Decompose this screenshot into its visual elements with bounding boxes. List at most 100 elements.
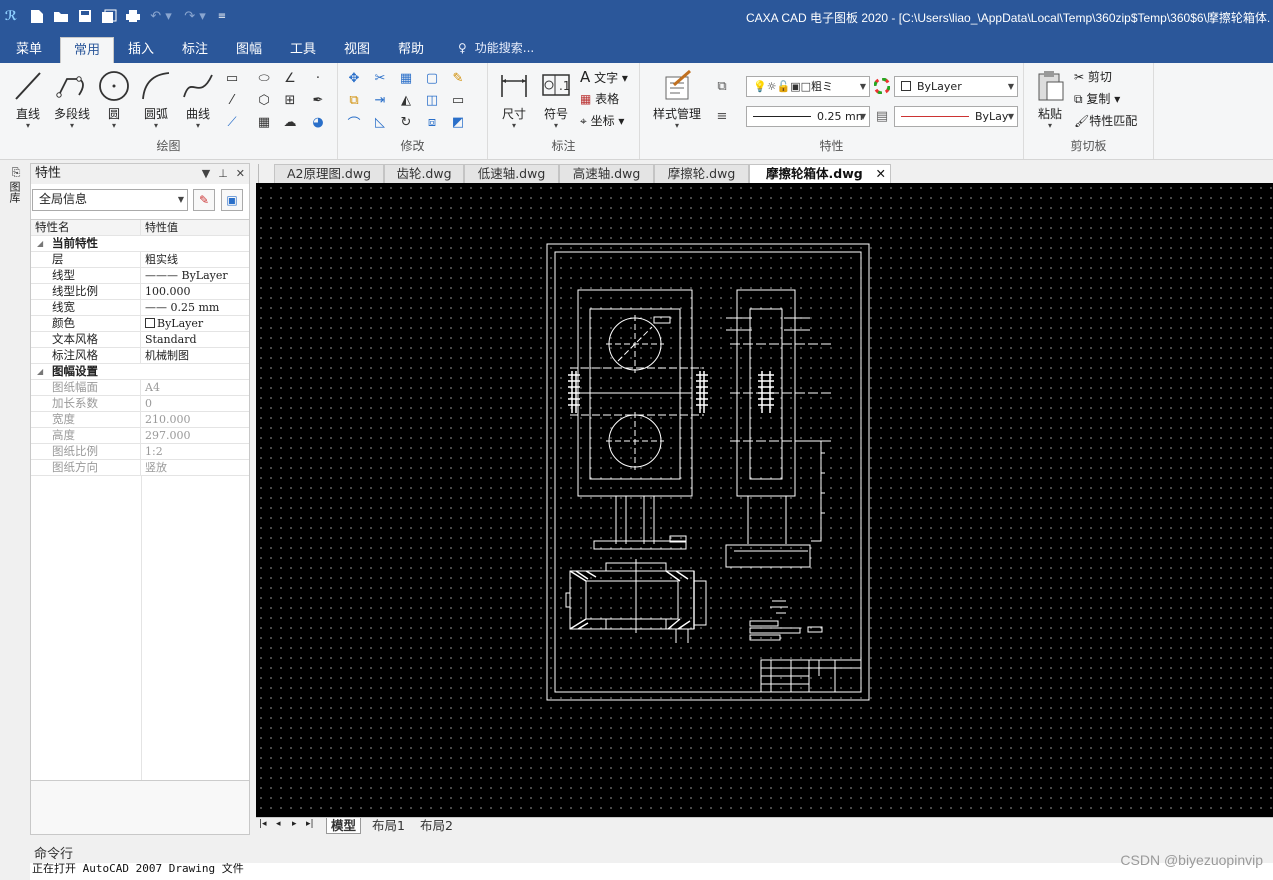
doc-tab[interactable]: 低速轴.dwg bbox=[464, 164, 559, 183]
doc-tab[interactable]: 高速轴.dwg bbox=[559, 164, 654, 183]
arc-button[interactable]: 圆弧 ▾ bbox=[136, 69, 176, 133]
hatch-icon[interactable]: ▦ bbox=[254, 113, 274, 131]
explode-icon[interactable]: ◩ bbox=[448, 113, 468, 131]
tab-menu[interactable]: 菜单 bbox=[6, 37, 52, 63]
mirror-icon[interactable]: ◭ bbox=[396, 91, 416, 109]
scale-icon[interactable]: ▢ bbox=[422, 69, 442, 87]
point-icon[interactable]: · bbox=[308, 69, 328, 87]
drawing-canvas[interactable] bbox=[256, 183, 1273, 817]
property-row[interactable]: 线型 ——— ByLayer bbox=[31, 268, 249, 284]
copy-button[interactable]: ⧉ 复制 ▾ bbox=[1074, 89, 1120, 109]
property-row[interactable]: 颜色 ByLayer bbox=[31, 316, 249, 332]
pin-icon[interactable]: ⊥ bbox=[218, 164, 228, 184]
style-manager-button[interactable]: 样式管理 ▾ bbox=[648, 69, 706, 133]
tab-tools[interactable]: 工具 bbox=[280, 37, 326, 63]
eraser-icon[interactable]: ✎ bbox=[448, 69, 468, 87]
library-tab[interactable]: ⎘ 图库 bbox=[8, 167, 24, 204]
doc-tab[interactable]: 齿轮.dwg bbox=[384, 164, 464, 183]
redo-icon[interactable]: ↷ ▾ bbox=[182, 6, 208, 26]
angle-line-icon[interactable]: ∠ bbox=[280, 69, 300, 87]
panel-dropdown-icon[interactable]: ▼ bbox=[202, 164, 210, 184]
layout-nav-next-icon[interactable]: ▸ bbox=[292, 819, 297, 829]
fill-icon[interactable]: ◕ bbox=[308, 113, 328, 131]
open-file-icon[interactable] bbox=[52, 6, 70, 26]
layout-tab-model[interactable]: 模型 bbox=[326, 818, 362, 834]
save-icon[interactable] bbox=[76, 6, 94, 26]
doc-tab[interactable]: A2原理图.dwg bbox=[274, 164, 384, 183]
property-value[interactable]: ByLayer bbox=[142, 316, 249, 332]
linetype-combo[interactable]: ByLay ▼ bbox=[894, 106, 1018, 127]
quick-select-button[interactable]: ✎ bbox=[193, 189, 215, 211]
fillet-icon[interactable]: ⌒ bbox=[344, 113, 364, 132]
layer-combo[interactable]: 💡☼🔓▣□粗ミ ▼ bbox=[746, 76, 870, 97]
command-output[interactable]: 正在打开 AutoCAD 2007 Drawing 文件 bbox=[30, 863, 1273, 880]
tab-help[interactable]: 帮助 bbox=[388, 37, 434, 63]
property-row[interactable]: 高度 297.000 bbox=[31, 428, 249, 444]
app-logo-icon[interactable]: ℛ bbox=[2, 6, 20, 26]
new-file-icon[interactable] bbox=[28, 6, 46, 26]
property-category[interactable]: ◢ 图幅设置 bbox=[31, 364, 249, 380]
construction-line-icon[interactable]: ⟋ bbox=[222, 113, 242, 131]
doc-tab[interactable]: 摩擦轮.dwg bbox=[654, 164, 749, 183]
property-row[interactable]: 图纸幅面 A4 bbox=[31, 380, 249, 396]
centerline-icon[interactable]: ⊞ bbox=[280, 91, 300, 109]
property-value[interactable]: 机械制图 bbox=[142, 348, 249, 364]
dimension-button[interactable]: 尺寸 ▾ bbox=[494, 69, 534, 133]
layout-nav-first-icon[interactable]: |◂ bbox=[259, 819, 267, 829]
ellipse-icon[interactable]: ⬭ bbox=[254, 69, 274, 87]
circle-button[interactable]: 圆 ▾ bbox=[94, 69, 134, 133]
match-properties-button[interactable]: 🖌特性匹配 bbox=[1074, 111, 1137, 131]
property-value[interactable]: 100.000 bbox=[142, 284, 249, 300]
line-button[interactable]: 直线 ▾ bbox=[8, 69, 48, 133]
trim-icon[interactable]: ✂ bbox=[370, 69, 390, 87]
offset-icon[interactable]: ⧈ bbox=[422, 113, 442, 131]
doc-tab-active[interactable]: 摩擦轮箱体.dwg ✕ bbox=[749, 164, 891, 183]
tab-view[interactable]: 视图 bbox=[334, 37, 380, 63]
cloud-icon[interactable]: ☁ bbox=[280, 113, 300, 131]
chamfer-icon[interactable]: ◺ bbox=[370, 113, 390, 131]
coordinate-button[interactable]: ⌖ 坐标 ▾ bbox=[580, 111, 624, 131]
table-button[interactable]: ▦ 表格 bbox=[580, 89, 619, 109]
tab-annotate[interactable]: 标注 bbox=[172, 37, 218, 63]
property-value[interactable]: 粗实线 bbox=[142, 252, 249, 268]
color-combo[interactable]: ByLayer ▼ bbox=[894, 76, 1018, 97]
tab-common[interactable]: 常用 bbox=[60, 37, 114, 63]
layout-nav-last-icon[interactable]: ▸| bbox=[306, 819, 314, 829]
property-row[interactable]: 线型比例 100.000 bbox=[31, 284, 249, 300]
parallel-line-icon[interactable]: ⁄ bbox=[222, 91, 242, 109]
property-row[interactable]: 图纸比例 1:2 bbox=[31, 444, 249, 460]
property-row[interactable]: 文本风格 Standard bbox=[31, 332, 249, 348]
layer-manager-icon[interactable]: ⧉ bbox=[712, 77, 732, 95]
lineweight-combo[interactable]: 0.25 mn ▼ bbox=[746, 106, 870, 127]
rotate-icon[interactable]: ↻ bbox=[396, 113, 416, 131]
object-selector[interactable]: 全局信息 ▼ bbox=[32, 189, 188, 211]
feature-search[interactable]: ♀ 功能搜索... bbox=[458, 37, 534, 59]
layout-nav-prev-icon[interactable]: ◂ bbox=[276, 819, 281, 829]
property-value[interactable]: —— 0.25 mm bbox=[142, 300, 249, 316]
break-icon[interactable]: ▭ bbox=[448, 91, 468, 109]
curve-button[interactable]: 曲线 ▾ bbox=[178, 69, 218, 133]
move-icon[interactable]: ✥ bbox=[344, 69, 364, 87]
rectangle-icon[interactable]: ▭ bbox=[222, 69, 242, 87]
paste-button[interactable]: 粘贴 ▾ bbox=[1030, 69, 1070, 133]
text-button[interactable]: A 文字 ▾ bbox=[580, 67, 628, 87]
select-objects-button[interactable]: ▣ bbox=[221, 189, 243, 211]
extend-icon[interactable]: ⇥ bbox=[370, 91, 390, 109]
property-row[interactable]: 标注风格 机械制图 bbox=[31, 348, 249, 364]
tab-scroll-left[interactable] bbox=[258, 164, 266, 183]
save-all-icon[interactable] bbox=[100, 6, 118, 26]
linetype-icon[interactable]: ≡ bbox=[712, 107, 732, 125]
property-category[interactable]: ◢ 当前特性 bbox=[31, 236, 249, 252]
pen-icon[interactable]: ✒ bbox=[308, 91, 328, 109]
layout-tab-2[interactable]: 布局2 bbox=[416, 818, 457, 834]
linewidth-icon[interactable]: ▤ bbox=[872, 107, 892, 125]
property-row[interactable]: 层粗实线 bbox=[31, 252, 249, 268]
polygon-icon[interactable]: ⬡ bbox=[254, 91, 274, 109]
array-icon[interactable]: ▦ bbox=[396, 69, 416, 87]
layout-tab-1[interactable]: 布局1 bbox=[368, 818, 409, 834]
tab-insert[interactable]: 插入 bbox=[118, 37, 164, 63]
copy-object-icon[interactable]: ⧉ bbox=[344, 91, 364, 109]
property-value[interactable]: ——— ByLayer bbox=[142, 268, 249, 284]
property-row[interactable]: 图纸方向 竖放 bbox=[31, 460, 249, 476]
property-value[interactable]: Standard bbox=[142, 332, 249, 348]
